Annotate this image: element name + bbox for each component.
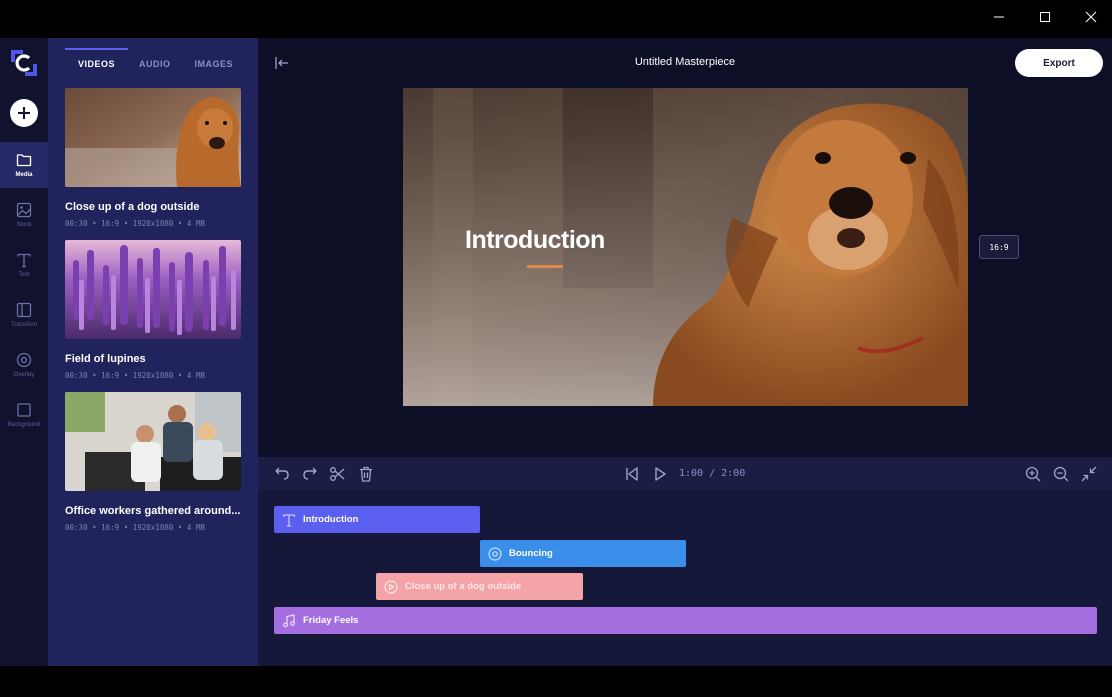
app-logo <box>11 50 37 76</box>
minimize-arrows-icon <box>1081 466 1097 482</box>
window-bottom-edge <box>0 666 1112 697</box>
rail-label-stock: Stock <box>16 222 32 228</box>
play-button[interactable] <box>651 465 669 483</box>
rail-label-overlay: Overlay <box>13 372 35 378</box>
text-icon <box>282 513 296 527</box>
project-title[interactable]: Untitled Masterpiece <box>258 56 1112 68</box>
aspect-ratio-badge[interactable]: 16:9 <box>979 235 1019 259</box>
rail-item-stock[interactable]: Stock <box>0 192 48 238</box>
skip-back-icon <box>626 467 638 481</box>
rail-item-overlay[interactable]: Overlay <box>0 342 48 388</box>
media-meta: 00:30 • 16:9 • 1920x1080 • 4 MB <box>65 219 205 228</box>
media-title: Field of lupines <box>65 353 146 365</box>
title-underline <box>527 265 563 268</box>
media-item[interactable]: Field of lupines 00:30 • 16:9 • 1920x108… <box>65 240 241 380</box>
rail-label-text: Text <box>18 272 30 278</box>
window-titlebar <box>0 0 1112 38</box>
timeline-clip-overlay[interactable]: Bouncing <box>480 540 686 567</box>
play-circle-icon <box>384 579 398 594</box>
split-button[interactable] <box>329 465 347 483</box>
image-icon <box>16 202 32 218</box>
timeline-clip-text[interactable]: Introduction <box>274 506 480 533</box>
transition-icon <box>16 302 32 318</box>
folder-icon <box>16 154 32 167</box>
zoom-out-button[interactable] <box>1052 465 1070 483</box>
redo-button[interactable] <box>301 465 319 483</box>
clip-label: Friday Feels <box>303 615 359 626</box>
undo-icon <box>275 467 289 480</box>
zoom-out-icon <box>1053 466 1069 482</box>
media-tabs: VIDEOS AUDIO IMAGES <box>64 48 257 78</box>
office-thumbnail <box>65 392 241 491</box>
tab-audio[interactable]: AUDIO <box>139 48 171 78</box>
plus-icon <box>18 107 30 119</box>
rail-item-media[interactable]: Media <box>0 142 48 188</box>
clip-label: Introduction <box>303 514 359 525</box>
rail-item-text[interactable]: Text <box>0 242 48 288</box>
media-meta: 00:30 • 16:9 • 1920x1080 • 4 MB <box>65 371 205 380</box>
timeline-clip-video[interactable]: Close up of a dog outside <box>376 573 583 600</box>
clip-label: Close up of a dog outside <box>405 581 522 592</box>
minimize-icon <box>994 16 1004 18</box>
music-note-icon <box>283 613 295 627</box>
add-button[interactable] <box>10 99 38 127</box>
video-preview: Introduction <box>403 88 968 406</box>
play-icon <box>655 467 666 481</box>
close-icon <box>1085 11 1097 23</box>
media-meta: 00:30 • 16:9 • 1920x1080 • 4 MB <box>65 523 205 532</box>
zoom-in-icon <box>1025 466 1041 482</box>
close-button[interactable] <box>1068 0 1112 34</box>
trash-icon <box>360 466 372 482</box>
tab-images[interactable]: IMAGES <box>195 48 234 78</box>
tab-videos[interactable]: VIDEOS <box>64 48 129 78</box>
media-item[interactable]: Office workers gathered around... 00:30 … <box>65 392 241 532</box>
skip-back-button[interactable] <box>623 465 641 483</box>
redo-icon <box>303 467 317 480</box>
editor-main: Untitled Masterpiece Export Introduction… <box>258 38 1112 666</box>
media-item[interactable]: Close up of a dog outside 00:30 • 16:9 •… <box>65 88 241 228</box>
clip-label: Bouncing <box>509 548 553 559</box>
timeline-tracks: Introduction Bouncing Close up of a dog … <box>258 490 1112 666</box>
media-title: Office workers gathered around... <box>65 505 241 517</box>
export-button[interactable]: Export <box>1015 49 1103 77</box>
text-icon <box>17 253 31 268</box>
background-icon <box>17 403 31 417</box>
media-panel: VIDEOS AUDIO IMAGES Close up of a dog ou… <box>48 38 258 666</box>
rail-label-background: Background <box>7 422 41 428</box>
zoom-in-button[interactable] <box>1024 465 1042 483</box>
rail-item-background[interactable]: Background <box>0 392 48 438</box>
app-window: Media Stock Text Transition Overlay Back… <box>0 38 1112 666</box>
timeline-clip-audio[interactable]: Friday Feels <box>274 607 1097 634</box>
rail-label-media: Media <box>15 172 33 178</box>
timeline-toolbar: 1:00 / 2:00 <box>258 457 1112 490</box>
rail-item-transition[interactable]: Transition <box>0 292 48 338</box>
maximize-button[interactable] <box>1022 0 1068 34</box>
scissors-icon <box>330 467 345 481</box>
overlay-icon <box>16 352 32 368</box>
minimize-button[interactable] <box>976 0 1022 34</box>
undo-button[interactable] <box>273 465 291 483</box>
maximize-icon <box>1040 12 1050 22</box>
dog-thumbnail <box>65 88 241 187</box>
playback-time: 1:00 / 2:00 <box>679 468 746 479</box>
preview-title-text: Introduction <box>465 226 605 254</box>
media-title: Close up of a dog outside <box>65 201 200 213</box>
overlay-icon <box>488 546 502 561</box>
lupines-thumbnail <box>65 240 241 339</box>
fit-timeline-button[interactable] <box>1080 465 1098 483</box>
rail-label-transition: Transition <box>10 322 38 328</box>
delete-button[interactable] <box>357 465 375 483</box>
left-rail: Media Stock Text Transition Overlay Back… <box>0 38 48 666</box>
